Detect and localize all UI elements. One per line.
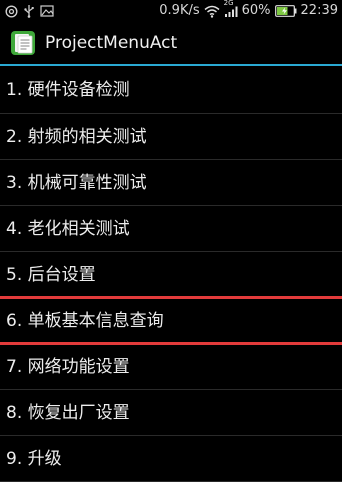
action-bar: ProjectMenuAct — [0, 22, 342, 66]
clock: 22:39 — [300, 3, 338, 18]
battery-charging-icon — [274, 5, 297, 17]
menu-item-board-info-query[interactable]: 6. 单板基本信息查询 — [0, 296, 342, 345]
menu-item-background-settings[interactable]: 5. 后台设置 — [0, 252, 342, 298]
document-app-icon[interactable] — [10, 30, 36, 56]
settings-gear-icon — [5, 4, 18, 18]
network-speed: 0.9K/s — [159, 3, 200, 18]
menu-item-factory-reset[interactable]: 8. 恢复出厂设置 — [0, 390, 342, 436]
network-type: 2G — [223, 0, 234, 7]
menu-list: 1. 硬件设备检测 2. 射频的相关测试 3. 机械可靠性测试 4. 老化相关测… — [0, 66, 342, 482]
menu-item-rf-test[interactable]: 2. 射频的相关测试 — [0, 114, 342, 160]
menu-item-upgrade[interactable]: 9. 升级 — [0, 436, 342, 482]
menu-item-mechanical-reliability-test[interactable]: 3. 机械可靠性测试 — [0, 160, 342, 206]
menu-item-aging-test[interactable]: 4. 老化相关测试 — [0, 206, 342, 252]
status-bar: 0.9K/s 2G 60% 22:39 — [0, 0, 342, 22]
battery-percent: 60% — [241, 3, 271, 18]
signal-icon: 2G — [224, 0, 238, 18]
menu-item-hardware-test[interactable]: 1. 硬件设备检测 — [0, 66, 342, 114]
status-left-icons — [5, 4, 54, 18]
usb-icon — [23, 4, 35, 18]
status-right: 0.9K/s 2G 60% 22:39 — [159, 0, 338, 22]
menu-item-network-settings[interactable]: 7. 网络功能设置 — [0, 344, 342, 390]
wifi-icon — [204, 5, 220, 18]
image-icon — [40, 5, 54, 17]
app-title: ProjectMenuAct — [45, 33, 178, 53]
